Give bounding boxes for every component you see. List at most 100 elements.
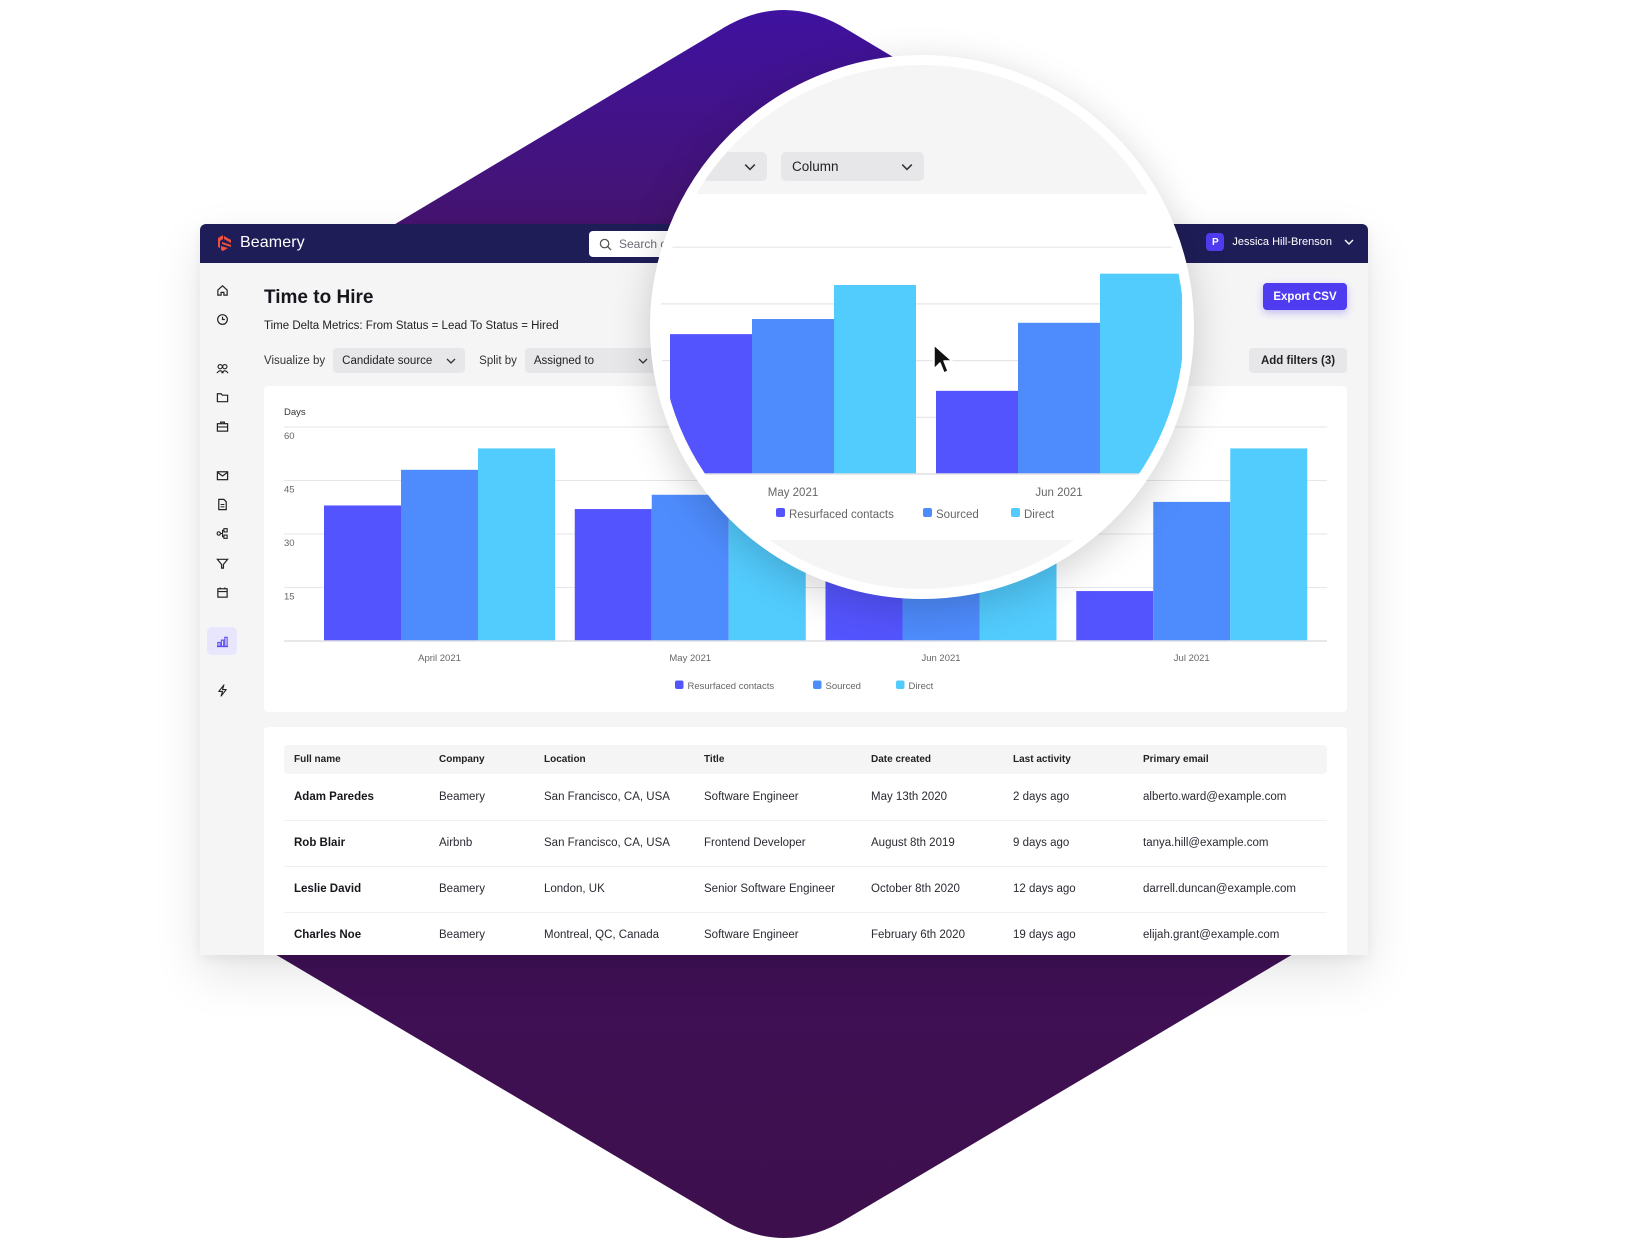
sidebar-item-recent[interactable]: [207, 305, 237, 333]
legend-item[interactable]: Resurfaced contacts: [675, 680, 774, 693]
y-tick-label: 30: [284, 538, 295, 549]
table-cell: Beamery: [429, 866, 534, 913]
legend-swatch: [923, 508, 932, 517]
column-header[interactable]: Company: [429, 745, 534, 774]
bar-resurfaced-contacts[interactable]: [670, 334, 752, 474]
table-cell: August 8th 2019: [861, 820, 1003, 867]
table-cell: October 8th 2020: [861, 866, 1003, 913]
home-icon: [216, 284, 228, 296]
column-header[interactable]: Primary email: [1133, 745, 1327, 774]
table-cell: Airbnb: [429, 820, 534, 867]
visualize-by-label: Visualize by: [264, 354, 326, 367]
table-cell: Software Engineer: [694, 912, 861, 955]
split-by-select[interactable]: Assigned to: [524, 348, 657, 373]
bar-resurfaced-contacts[interactable]: [574, 509, 652, 641]
legend-item[interactable]: Sourced: [923, 508, 979, 521]
bar-resurfaced-contacts[interactable]: [324, 505, 401, 641]
sidebar-item-messages[interactable]: [207, 461, 237, 489]
x-tick-label: Jul 2021: [1174, 653, 1210, 664]
bar-direct[interactable]: [478, 448, 555, 641]
y-axis-label: Days: [284, 407, 306, 418]
table-cell: Software Engineer: [694, 774, 861, 821]
x-tick-label: April 2021: [418, 653, 461, 664]
column-header[interactable]: Location: [534, 745, 694, 774]
briefcase-icon: [216, 421, 228, 432]
legend-item[interactable]: Direct: [1011, 508, 1055, 521]
visualize-by-select[interactable]: Candidate source: [333, 348, 466, 373]
table-cell[interactable]: Charles Noe: [284, 912, 429, 955]
table-cell[interactable]: Leslie David: [284, 866, 429, 913]
page-subtitle: Time Delta Metrics: From Status = Lead T…: [264, 320, 559, 332]
table-cell[interactable]: Adam Paredes: [284, 774, 429, 821]
column-header[interactable]: Last activity: [1003, 745, 1133, 774]
table-cell: Beamery: [429, 912, 534, 955]
clock-icon: [216, 313, 228, 325]
legend-item[interactable]: Resurfaced contacts: [776, 508, 894, 521]
y-tick-label: 60: [284, 431, 295, 442]
table-cell[interactable]: tanya.hill@example.com: [1133, 820, 1327, 867]
folder-icon: [216, 392, 228, 402]
beamery-logo[interactable]: Beamery: [215, 233, 305, 253]
table-cell[interactable]: elijah.grant@example.com: [1133, 912, 1327, 955]
sidebar-item-pipelines[interactable]: [207, 549, 237, 577]
table-cell: 19 days ago: [1003, 912, 1133, 955]
x-tick-label: May 2021: [669, 653, 711, 664]
x-tick-label: Jun 2021: [1035, 487, 1082, 499]
table-cell: 9 days ago: [1003, 820, 1133, 867]
document-icon: [217, 498, 227, 510]
user-menu[interactable]: P Jessica Hill-Brenson: [1206, 233, 1354, 251]
legend-item[interactable]: Sourced: [813, 680, 861, 693]
export-csv-button[interactable]: Export CSV: [1263, 283, 1347, 310]
sidebar-item-calendar[interactable]: [207, 578, 237, 606]
sidebar-item-vacancies[interactable]: [207, 412, 237, 440]
chevron-down-icon: [1344, 239, 1354, 245]
column-header[interactable]: Full name: [284, 745, 429, 774]
bar-direct[interactable]: [834, 285, 916, 474]
sidebar-item-home[interactable]: [207, 276, 237, 304]
table-cell[interactable]: darrell.duncan@example.com: [1133, 866, 1327, 913]
bar-sourced[interactable]: [752, 319, 834, 474]
legend-item[interactable]: Direct: [896, 680, 934, 693]
sidebar-item-pools[interactable]: [207, 383, 237, 411]
magnified-split-by-select[interactable]: [660, 152, 767, 181]
mail-icon: [216, 470, 228, 480]
bar-direct[interactable]: [1230, 448, 1308, 641]
table-cell: Senior Software Engineer: [694, 866, 861, 913]
table-cell: 12 days ago: [1003, 866, 1133, 913]
sidebar-item-flows[interactable]: [207, 519, 237, 547]
bar-direct[interactable]: [1100, 273, 1182, 474]
page-title: Time to Hire: [264, 287, 374, 308]
chevron-down-icon: [638, 358, 648, 364]
table-cell: February 6th 2020: [861, 912, 1003, 955]
table-cell[interactable]: Rob Blair: [284, 820, 429, 867]
table-row[interactable]: Charles Noe Beamery Montreal, QC, Canada So…: [284, 912, 1327, 955]
bar-resurfaced-contacts[interactable]: [936, 390, 1018, 474]
user-avatar: P: [1206, 233, 1225, 251]
table-cell: Montreal, QC, Canada: [534, 912, 694, 955]
table-cell: London, UK: [534, 866, 694, 913]
candidates-table: Full name Company Location Title Date create…: [284, 745, 1327, 955]
sidebar-item-contacts[interactable]: [207, 354, 237, 382]
bar-resurfaced-contacts[interactable]: [1076, 591, 1154, 641]
sidebar-item-reports[interactable]: [207, 627, 237, 655]
sidebar-item-forms[interactable]: [207, 490, 237, 518]
sidebar-item-automations[interactable]: [207, 676, 237, 704]
table-cell[interactable]: alberto.ward@example.com: [1133, 774, 1327, 821]
table-row[interactable]: Leslie David Beamery London, UK Senior Soft…: [284, 866, 1327, 913]
table-card: Full name Company Location Title Date create…: [264, 727, 1347, 955]
column-header[interactable]: Date created: [861, 745, 1003, 774]
bar-chart-icon: [216, 636, 228, 647]
table-row[interactable]: Adam Paredes Beamery San Francisco, CA, US…: [284, 774, 1327, 821]
legend-swatch: [1011, 508, 1020, 517]
column-header[interactable]: Title: [694, 745, 861, 774]
y-tick-label: 15: [284, 592, 295, 603]
y-tick-label: 45: [284, 485, 295, 496]
legend-label: Sourced: [936, 509, 979, 521]
bar-sourced[interactable]: [1018, 322, 1100, 474]
legend-label: Sourced: [826, 681, 861, 692]
bar-sourced[interactable]: [401, 469, 478, 641]
add-filters-button[interactable]: Add filters (3): [1249, 348, 1347, 373]
chart-type-select[interactable]: Column: [781, 152, 924, 181]
x-tick-label: Jun 2021: [921, 653, 960, 664]
table-row[interactable]: Rob Blair Airbnb San Francisco, CA, USA Fro…: [284, 820, 1327, 867]
